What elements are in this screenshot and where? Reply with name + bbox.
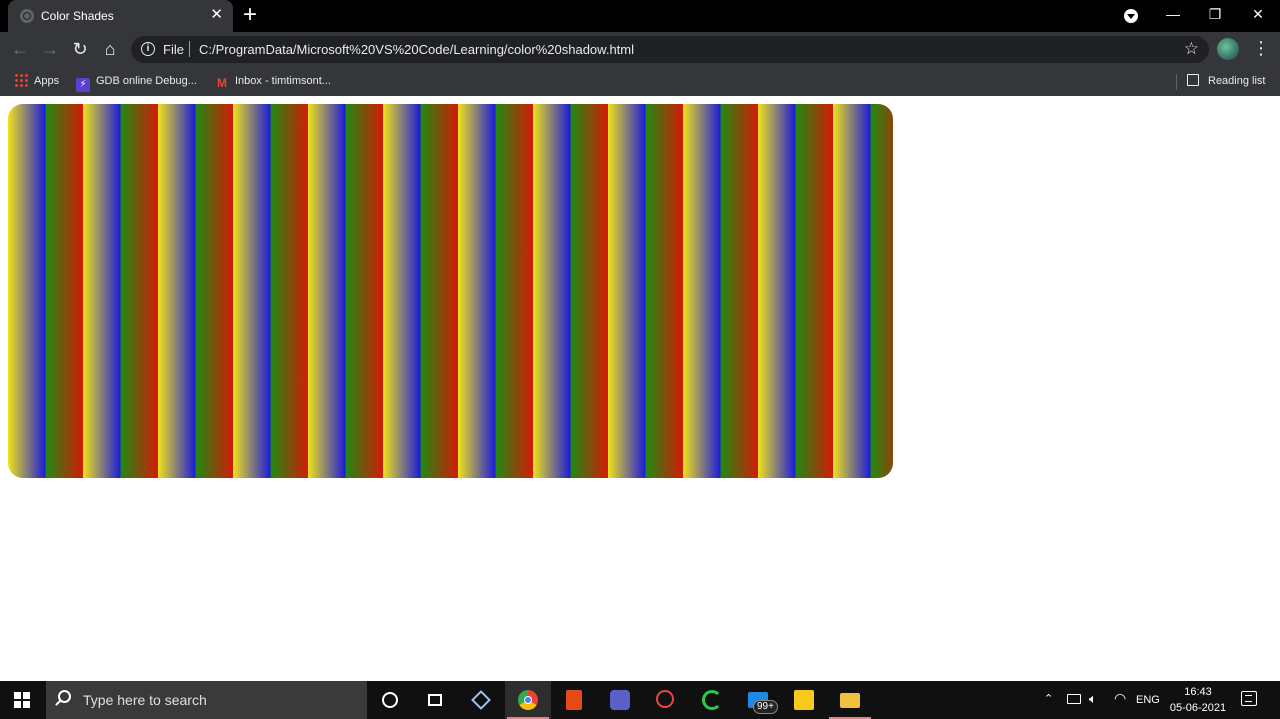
action-center-icon[interactable] — [1241, 691, 1257, 706]
bookmark-apps[interactable]: Apps — [14, 72, 59, 90]
globe-icon — [20, 9, 34, 23]
home-icon[interactable]: ⌂ — [98, 38, 122, 60]
cortana-icon[interactable] — [367, 681, 413, 719]
bookmark-star-icon[interactable]: ☆ — [1184, 39, 1199, 59]
browser-toolbar: ← → ↻ ⌂ i File C:/ProgramData/Microsoft%… — [0, 32, 1280, 66]
apps-grid-icon — [14, 73, 28, 87]
reload-icon[interactable]: ↻ — [68, 38, 92, 60]
clock-time: 16:43 — [1184, 686, 1212, 698]
reading-list-label: Reading list — [1208, 75, 1266, 87]
more-menu-icon[interactable]: ⋮ — [1252, 36, 1270, 60]
tab-strip: Color Shades ✕ + — ❐ ✕ — [0, 0, 1280, 32]
page-viewport — [0, 96, 1280, 681]
search-placeholder: Type here to search — [83, 692, 207, 708]
profile-avatar[interactable] — [1217, 38, 1239, 60]
windows-start-icon[interactable] — [14, 692, 30, 708]
office-icon[interactable] — [551, 681, 597, 719]
info-icon[interactable]: i — [141, 42, 155, 56]
show-hidden-icons[interactable]: ⌃ — [1044, 692, 1053, 705]
mail-badge: 99+ — [753, 700, 778, 714]
tab-search-icon[interactable] — [1124, 9, 1138, 23]
tab-color-shades[interactable]: Color Shades ✕ — [8, 0, 233, 32]
mail-icon[interactable]: 99+ — [735, 681, 781, 719]
bookmark-inbox[interactable]: M Inbox - timtimsont... — [215, 72, 331, 90]
color-shades-box — [8, 104, 893, 478]
url-text[interactable]: C:/ProgramData/Microsoft%20VS%20Code/Lea… — [199, 42, 634, 57]
volume-icon[interactable]: 🔈︎ — [1089, 691, 1097, 707]
close-window-button[interactable]: ✕ — [1243, 4, 1273, 24]
scheme-label: File — [163, 42, 184, 57]
taskbar-clock[interactable]: 16:43 05-06-2021 — [1160, 684, 1236, 716]
windows-taskbar: Type here to search 99+ ⌃ 🔈︎ ◠ ENG 16:43… — [0, 681, 1280, 719]
chrome-icon[interactable] — [505, 681, 551, 719]
bookmark-gdb[interactable]: ⚡ GDB online Debug... — [76, 72, 197, 92]
refresh-app-icon[interactable] — [689, 681, 735, 719]
bookmarks-bar: Apps ⚡ GDB online Debug... M Inbox - timti… — [0, 66, 1280, 96]
new-tab-button[interactable]: + — [243, 3, 257, 27]
bookmark-label: Apps — [34, 75, 60, 87]
back-arrow-icon[interactable]: ← — [8, 38, 32, 60]
battery-icon[interactable] — [1067, 694, 1081, 704]
language-indicator[interactable]: ENG — [1136, 694, 1160, 706]
virtualbox-icon[interactable] — [458, 681, 504, 719]
spider-icon[interactable] — [643, 681, 689, 719]
teams-icon[interactable] — [597, 681, 643, 719]
reading-list-icon — [1187, 74, 1199, 86]
bookmark-label: GDB online Debug... — [96, 75, 197, 87]
wifi-icon[interactable]: ◠ — [1114, 690, 1126, 707]
gdb-icon: ⚡ — [76, 78, 90, 92]
forward-arrow-icon[interactable]: → — [38, 38, 62, 60]
tab-title: Color Shades — [41, 9, 114, 23]
search-icon — [58, 690, 71, 703]
file-explorer-icon[interactable] — [827, 681, 873, 719]
clock-date: 05-06-2021 — [1169, 702, 1227, 714]
reading-list-button[interactable]: Reading list — [1187, 72, 1265, 90]
restore-button[interactable]: ❐ — [1200, 4, 1230, 24]
task-view-icon[interactable] — [412, 681, 458, 719]
omnibox-divider — [189, 41, 190, 57]
browser-window: Color Shades ✕ + — ❐ ✕ ← → ↻ ⌂ i File C:… — [0, 0, 1280, 96]
bookmarks-divider — [1176, 74, 1177, 90]
bookmark-label: Inbox - timtimsont... — [235, 75, 331, 87]
tab-close-button[interactable]: ✕ — [210, 7, 223, 23]
minimize-button[interactable]: — — [1158, 4, 1188, 24]
gmail-icon: M — [217, 76, 227, 90]
sticky-notes-icon[interactable] — [781, 681, 827, 719]
taskbar-search-input[interactable]: Type here to search — [46, 681, 367, 719]
address-bar[interactable]: i File C:/ProgramData/Microsoft%20VS%20C… — [131, 36, 1209, 63]
